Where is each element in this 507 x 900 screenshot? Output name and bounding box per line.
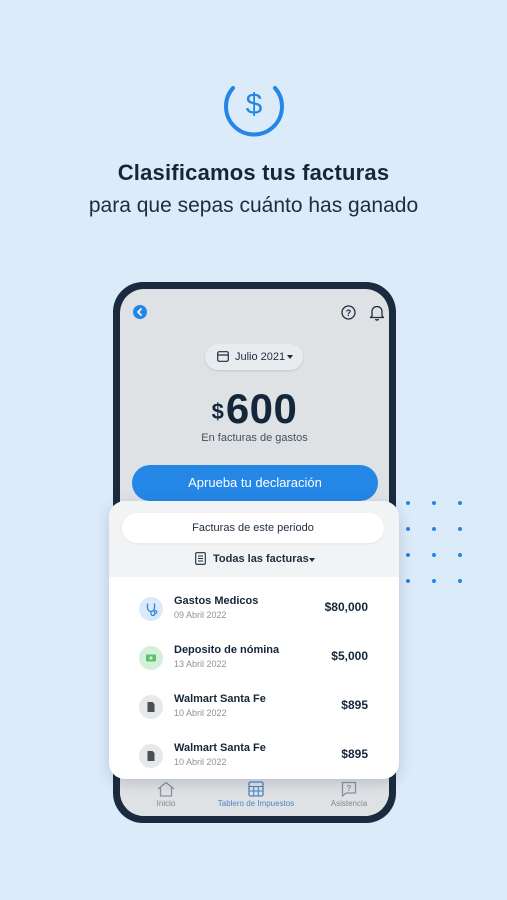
help-chat-icon: ?	[341, 781, 357, 797]
home-icon	[157, 781, 175, 797]
stethoscope-icon	[139, 597, 163, 621]
calculator-icon	[248, 781, 264, 797]
tab-label: Tablero de Impuestos	[217, 799, 295, 808]
document-icon	[139, 695, 163, 719]
approve-declaration-button[interactable]: Aprueba tu declaración	[132, 465, 378, 501]
invoice-date: 09 Abril 2022	[174, 610, 227, 620]
invoice-name: Walmart Santa Fe	[174, 742, 266, 754]
total-amount: $600	[120, 385, 389, 433]
amount-currency: $	[211, 399, 224, 424]
amount-caption: En facturas de gastos	[201, 432, 308, 444]
tab-label: Asistencia	[330, 799, 368, 808]
invoice-date: 10 Abril 2022	[174, 757, 227, 767]
invoice-name: Walmart Santa Fe	[174, 693, 266, 705]
chevron-down-icon	[287, 355, 293, 359]
invoice-name: Deposito de nómina	[174, 644, 280, 656]
hero-subtitle: para que sepas cuánto has ganado	[88, 194, 419, 217]
svg-text:?: ?	[346, 308, 352, 318]
svg-text:?: ?	[347, 784, 352, 793]
tab-inicio[interactable]: Inicio	[138, 775, 194, 816]
invoice-row[interactable]: Gastos Medicos 09 Abril 2022 $80,000	[109, 595, 399, 645]
invoice-row[interactable]: Walmart Santa Fe 10 Abril 2022 $895	[109, 693, 399, 743]
help-icon[interactable]: ?	[341, 305, 356, 320]
invoices-card-title: Facturas de este periodo	[122, 513, 384, 543]
calendar-icon	[217, 351, 229, 362]
chevron-left-icon	[136, 308, 142, 316]
bell-icon[interactable]	[369, 304, 385, 321]
invoice-amount: $80,000	[324, 600, 368, 614]
money-icon	[139, 646, 163, 670]
tab-asistencia[interactable]: ? Asistencia	[316, 775, 382, 816]
back-button[interactable]	[133, 305, 147, 319]
period-selector[interactable]: Julio 2021	[205, 344, 303, 370]
decorative-dots	[406, 501, 462, 583]
document-list-icon	[195, 552, 206, 565]
invoices-card-header: Facturas de este periodo Todas las factu…	[109, 501, 399, 577]
invoices-card: Facturas de este periodo Todas las factu…	[109, 501, 399, 779]
invoice-amount: $895	[341, 698, 368, 712]
chevron-down-icon	[309, 558, 315, 562]
invoice-row[interactable]: Walmart Santa Fe 10 Abril 2022 $895	[109, 742, 399, 779]
svg-text:$: $	[246, 88, 263, 121]
invoice-amount: $895	[341, 747, 368, 761]
invoice-name: Gastos Medicos	[174, 595, 259, 607]
invoice-amount: $5,000	[331, 649, 368, 663]
document-icon	[139, 744, 163, 768]
amount-value: 600	[225, 385, 298, 432]
invoice-date: 10 Abril 2022	[174, 708, 227, 718]
hero-title: Clasificamos tus facturas	[117, 160, 390, 185]
bottom-tab-bar: Inicio Tablero de Impuestos ? Asistencia	[120, 775, 389, 816]
tab-tablero-impuestos[interactable]: Tablero de Impuestos	[200, 775, 312, 816]
invoice-date: 13 Abril 2022	[174, 659, 227, 669]
filter-label: Todas las facturas	[213, 553, 309, 565]
period-label: Julio 2021	[235, 351, 286, 363]
dollar-circle-icon: $	[224, 86, 284, 137]
invoice-row[interactable]: Deposito de nómina 13 Abril 2022 $5,000	[109, 644, 399, 694]
tab-label: Inicio	[156, 799, 176, 808]
